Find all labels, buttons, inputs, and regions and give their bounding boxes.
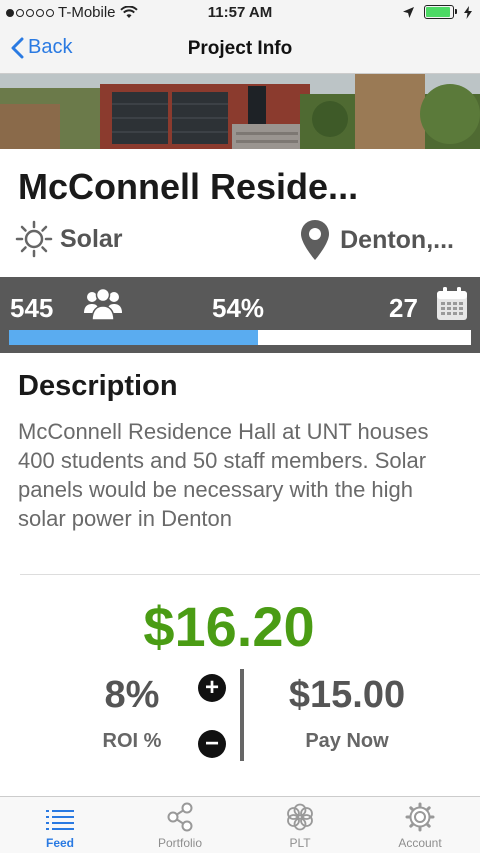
description-heading: Description xyxy=(18,370,178,402)
gear-icon xyxy=(405,802,435,832)
investment-total: $16.20 xyxy=(143,595,315,658)
tab-feed[interactable]: Feed xyxy=(0,797,120,853)
increase-button[interactable]: + xyxy=(198,674,226,702)
description-text: McConnell Residence Hall at UNT houses 4… xyxy=(18,419,429,531)
list-icon xyxy=(46,810,74,830)
battery-icon xyxy=(424,5,457,19)
divider-vertical xyxy=(240,669,244,761)
users-group-icon xyxy=(84,287,122,321)
project-hero-image xyxy=(0,74,480,149)
funded-percent: 54% xyxy=(212,293,265,323)
map-pin-icon xyxy=(301,220,330,260)
location-arrow-icon xyxy=(403,6,414,18)
plus-icon: + xyxy=(204,674,219,701)
project-name: McConnell Reside... xyxy=(18,166,359,207)
decrease-button[interactable]: − xyxy=(198,730,226,758)
project-location: Denton,... xyxy=(300,219,454,261)
tab-plt[interactable]: PLT xyxy=(240,797,360,853)
charging-bolt-icon xyxy=(464,5,472,19)
project-type-label: Solar xyxy=(60,224,123,253)
project-type: Solar xyxy=(14,219,123,259)
page-title: Project Info xyxy=(187,38,293,59)
tab-plt-label: PLT xyxy=(289,836,311,850)
sun-icon xyxy=(15,220,53,258)
funding-progress-bar xyxy=(9,330,471,345)
roi-value: 8% xyxy=(104,674,160,716)
backers-count: 545 xyxy=(10,293,54,323)
tab-portfolio-label: Portfolio xyxy=(157,836,203,850)
days-remaining: 27 xyxy=(389,293,418,323)
roi-label: ROI % xyxy=(102,730,162,752)
tab-bar: Feed Portfolio PLT Account xyxy=(0,796,480,853)
status-bar: T-Mobile 11:57 AM xyxy=(0,0,480,26)
tab-portfolio[interactable]: Portfolio xyxy=(120,797,240,853)
share-icon xyxy=(167,802,193,832)
tab-account[interactable]: Account xyxy=(360,797,480,853)
calendar-icon xyxy=(437,287,467,320)
pay-now-button[interactable]: Pay Now xyxy=(262,730,432,753)
flower-icon xyxy=(287,803,313,831)
minus-icon: − xyxy=(204,730,219,757)
tab-account-label: Account xyxy=(398,836,442,850)
funding-progress-fill xyxy=(9,330,259,345)
navigation-bar: Back Project Info xyxy=(0,26,480,74)
tab-feed-label: Feed xyxy=(45,836,74,850)
divider xyxy=(20,574,480,575)
project-location-label: Denton,... xyxy=(340,225,454,254)
pay-amount: $15.00 xyxy=(288,674,406,716)
